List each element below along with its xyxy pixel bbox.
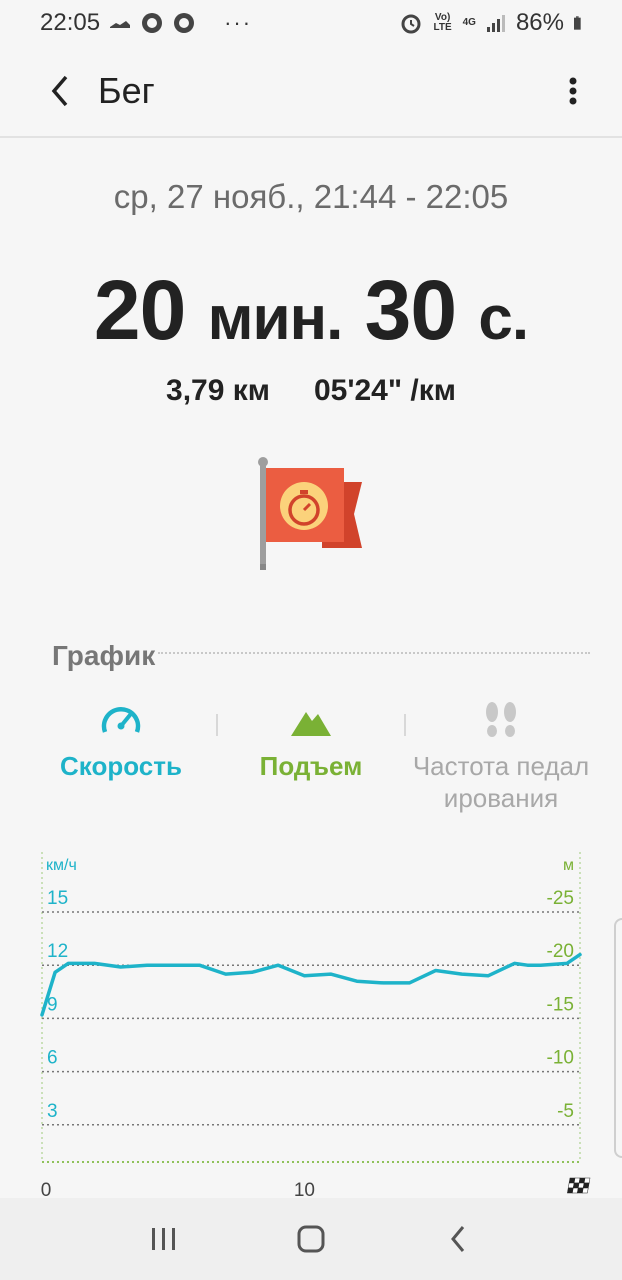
- battery-icon: [574, 16, 581, 30]
- duration-minutes: 20: [93, 263, 186, 357]
- more-vert-icon: [569, 77, 577, 105]
- tab-cadence[interactable]: Частота педал ирования: [406, 700, 596, 820]
- app-bar: Бег: [0, 46, 622, 138]
- chart-left-axis-unit: км/ч: [46, 857, 77, 874]
- recent-apps-icon: [151, 1228, 175, 1250]
- duration-seconds-unit: с.: [478, 284, 529, 353]
- page-title: Бег: [98, 70, 155, 111]
- chart-right-tick-label: -15: [547, 994, 574, 1015]
- distance-value: 3,79 км: [166, 374, 270, 407]
- chart-svg: км/ч м15 -2512 -209 -156 -103 -50 10: [40, 852, 591, 1201]
- sync-icon: [142, 13, 163, 33]
- tab-speed[interactable]: Скорость: [26, 700, 216, 820]
- footprints-icon: [486, 702, 516, 737]
- chart-x-tick-label: 0: [41, 1180, 52, 1198]
- chart-right-tick-label: -10: [547, 1048, 574, 1069]
- workout-duration: 20 мин. 30 с.: [0, 260, 622, 369]
- chart-right-tick-label: -25: [547, 888, 574, 909]
- home-button[interactable]: [281, 1209, 341, 1269]
- more-options-button[interactable]: [558, 61, 588, 121]
- tab-separator: [404, 714, 406, 736]
- chart-right-tick-label: -20: [547, 941, 574, 962]
- tab-separator: [216, 714, 218, 736]
- tab-speed-label: Скорость: [60, 751, 182, 781]
- mountain-icon: [291, 712, 331, 736]
- chart-right-tick-label: -5: [557, 1101, 574, 1122]
- recent-apps-button[interactable]: [134, 1209, 194, 1269]
- chart-left-tick-label: 6: [47, 1048, 58, 1069]
- status-time: 22:05: [40, 9, 101, 36]
- speedometer-icon: [101, 707, 141, 733]
- achievement-flag-icon: [252, 456, 368, 572]
- back-nav-icon: [451, 1226, 465, 1252]
- run-shoe-icon: [110, 21, 131, 28]
- battery-percent: 86%: [515, 9, 564, 36]
- home-icon: [297, 1225, 325, 1253]
- chart-x-tick-label: 10: [294, 1180, 315, 1198]
- system-nav-bar: [0, 1198, 622, 1280]
- chevron-left-icon: [51, 75, 68, 107]
- pace-value: 05'24" /км: [313, 374, 456, 407]
- section-divider: [158, 652, 590, 654]
- tab-elevation-label: Подъем: [259, 751, 363, 781]
- alarm-icon: [401, 14, 421, 34]
- chart-series-line: [40, 952, 582, 1017]
- volte-indicator: Vo) LTE: [433, 12, 452, 33]
- sync-icon-2: [174, 13, 195, 33]
- chart-left-tick-label: 15: [47, 888, 68, 909]
- duration-minutes-unit: мин.: [207, 284, 344, 353]
- chart-right-axis-unit: м: [563, 857, 574, 874]
- stats-row: 3,79 км 05'24" /км: [0, 374, 622, 408]
- scroll-handle[interactable]: [614, 918, 622, 1158]
- finish-flag-icon: [567, 1177, 591, 1194]
- tab-elevation[interactable]: Подъем: [216, 700, 406, 820]
- status-bar: 22:05 ··· Vo) LTE 4G 86%: [0, 0, 622, 46]
- tab-cadence-label: Частота педал ирования: [412, 751, 590, 813]
- speed-chart[interactable]: км/ч м 15 -25 12 -20 9 -15 6 -10 3 -5 0 10: [0, 842, 622, 1201]
- workout-date-range: ср, 27 нояб., 21:44 - 22:05: [113, 178, 509, 215]
- signal-icon: [486, 15, 505, 32]
- back-button[interactable]: [30, 61, 90, 121]
- chart-left-tick-label: 3: [47, 1101, 58, 1122]
- graph-tabs: Скорость Подъем Частота педал ирования: [26, 700, 596, 820]
- chart-left-tick-label: 12: [47, 941, 68, 962]
- more-notifications: ···: [224, 10, 253, 35]
- graph-section-title: График: [52, 640, 156, 671]
- network-type: 4G: [462, 17, 476, 28]
- back-nav-button[interactable]: [428, 1209, 488, 1269]
- duration-seconds: 30: [364, 263, 457, 357]
